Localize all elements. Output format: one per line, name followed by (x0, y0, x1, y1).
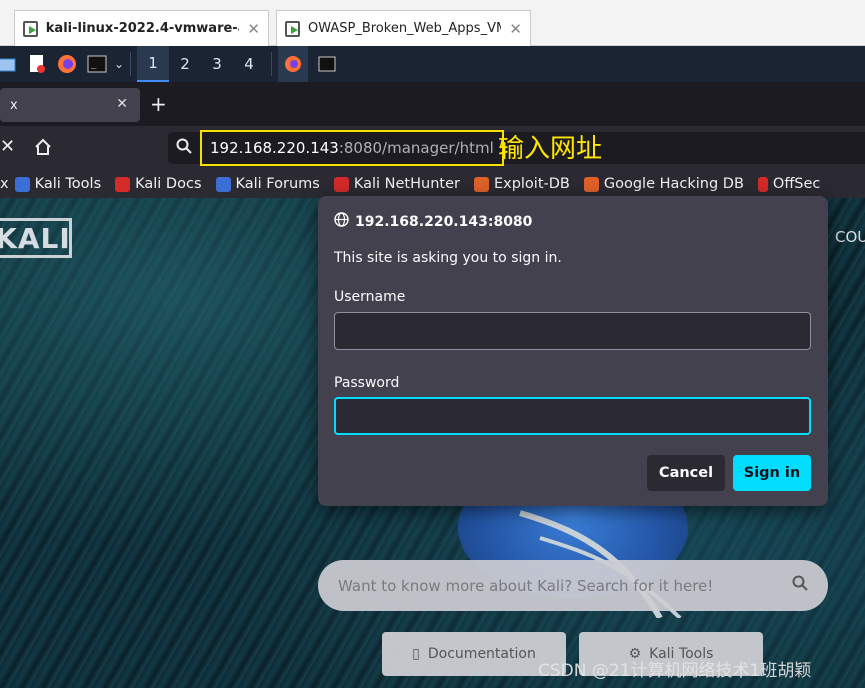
bookmark-label: Kali Docs (135, 176, 202, 192)
vm-tab-title: kali-linux-2022.4-vmware-a... (45, 21, 240, 36)
chevron-down-icon[interactable]: ⌄ (114, 57, 124, 71)
password-label: Password (334, 375, 400, 391)
vm-tab-title: OWASP_Broken_Web_Apps_VM... (307, 21, 502, 36)
offsec-icon (757, 176, 768, 192)
workspace-4[interactable]: 4 (233, 46, 265, 82)
bookmark-label: Kali Forums (235, 176, 320, 192)
home-icon[interactable] (34, 138, 52, 161)
firefox-tab-bar: x ✕ + (0, 82, 865, 126)
globe-icon (334, 212, 349, 231)
username-field[interactable] (334, 312, 811, 350)
vm-icon (23, 20, 38, 37)
cancel-button[interactable]: Cancel (647, 455, 725, 491)
bookmark-kali-tools[interactable]: Kali Tools (14, 176, 102, 192)
sign-in-dialog: 192.168.220.143:8080 This site is asking… (318, 196, 828, 506)
tab-title: x (10, 97, 18, 113)
navigation-bar: ✕ 192.168.220.143:8080/manager/html 输入网址 (0, 126, 865, 170)
exploitdb-icon (473, 176, 489, 192)
document-icon[interactable] (26, 53, 48, 75)
kali-top-panel: _ ⌄ 1 2 3 4 (0, 46, 865, 82)
new-tab-button[interactable]: + (150, 92, 167, 116)
book-icon: ▯ (412, 646, 420, 662)
panel-separator (130, 52, 132, 76)
workspace-1[interactable]: 1 (137, 46, 170, 82)
workspace-3[interactable]: 3 (201, 46, 233, 82)
panel-separator (271, 52, 273, 76)
firefox-window-icon[interactable] (278, 46, 309, 82)
nethunter-icon (333, 176, 349, 192)
bookmark-kali-nethunter[interactable]: Kali NetHunter (333, 176, 460, 192)
browser-tab[interactable]: x ✕ (0, 88, 140, 122)
terminal-window-icon[interactable] (316, 53, 338, 75)
vm-icon (285, 20, 300, 37)
vm-tab-kali[interactable]: kali-linux-2022.4-vmware-a... ✕ (14, 10, 269, 46)
nav-link-partial[interactable]: COU (835, 228, 865, 246)
svg-text:_: _ (91, 60, 97, 70)
url-annotation: 输入网址 (498, 134, 603, 164)
close-icon[interactable]: ✕ (509, 20, 522, 38)
dialog-message: This site is asking you to sign in. (334, 250, 562, 266)
bookmark-ghdb[interactable]: Google Hacking DB (583, 176, 744, 192)
close-icon[interactable]: ✕ (0, 136, 15, 157)
dialog-origin: 192.168.220.143:8080 (334, 212, 532, 231)
vmware-tab-strip: kali-linux-2022.4-vmware-a... ✕ OWASP_Br… (0, 0, 865, 46)
bookmark-label: Google Hacking DB (603, 176, 744, 192)
close-icon[interactable]: ✕ (247, 20, 260, 38)
firefox-icon[interactable] (56, 53, 78, 75)
kali-icon (14, 176, 30, 192)
file-manager-icon[interactable] (0, 53, 18, 75)
terminal-icon[interactable]: _ (86, 53, 108, 75)
workspace-2[interactable]: 2 (169, 46, 201, 82)
vm-tab-owasp[interactable]: OWASP_Broken_Web_Apps_VM... ✕ (276, 10, 531, 46)
url-input[interactable]: 192.168.220.143:8080/manager/html (200, 130, 504, 166)
bookmark-label: Exploit-DB (493, 176, 570, 192)
ghdb-icon (583, 176, 599, 192)
url-path: :8080/manager/html (338, 139, 494, 157)
kali-logo[interactable]: KALI (0, 218, 72, 258)
bookmark-offsec[interactable]: OffSec (757, 176, 821, 192)
search-icon (176, 138, 192, 158)
bookmark-kali-forums[interactable]: Kali Forums (215, 176, 320, 192)
kali-search-input[interactable]: Want to know more about Kali? Search for… (318, 560, 828, 611)
password-field[interactable] (334, 397, 811, 435)
search-placeholder: Want to know more about Kali? Search for… (338, 576, 714, 595)
bookmark-label: OffSec (772, 176, 821, 192)
origin-text: 192.168.220.143:8080 (355, 213, 533, 230)
overflow-marker: x (0, 176, 9, 192)
bookmark-label: Kali NetHunter (353, 176, 460, 192)
documentation-label: Documentation (427, 646, 536, 662)
username-label: Username (334, 289, 406, 305)
bookmark-exploit-db[interactable]: Exploit-DB (473, 176, 570, 192)
forums-icon (215, 176, 231, 192)
docs-icon (115, 176, 131, 192)
bookmarks-toolbar: x Kali Tools Kali Docs Kali Forums Kali … (0, 170, 865, 198)
watermark: CSDN @21计算机网络技术1班胡颖 (538, 661, 812, 681)
url-host: 192.168.220.143 (210, 139, 339, 157)
sign-in-button[interactable]: Sign in (733, 455, 811, 491)
bookmark-kali-docs[interactable]: Kali Docs (115, 176, 202, 192)
close-icon[interactable]: ✕ (116, 96, 128, 112)
search-icon[interactable] (792, 575, 808, 595)
bookmark-label: Kali Tools (34, 176, 102, 192)
